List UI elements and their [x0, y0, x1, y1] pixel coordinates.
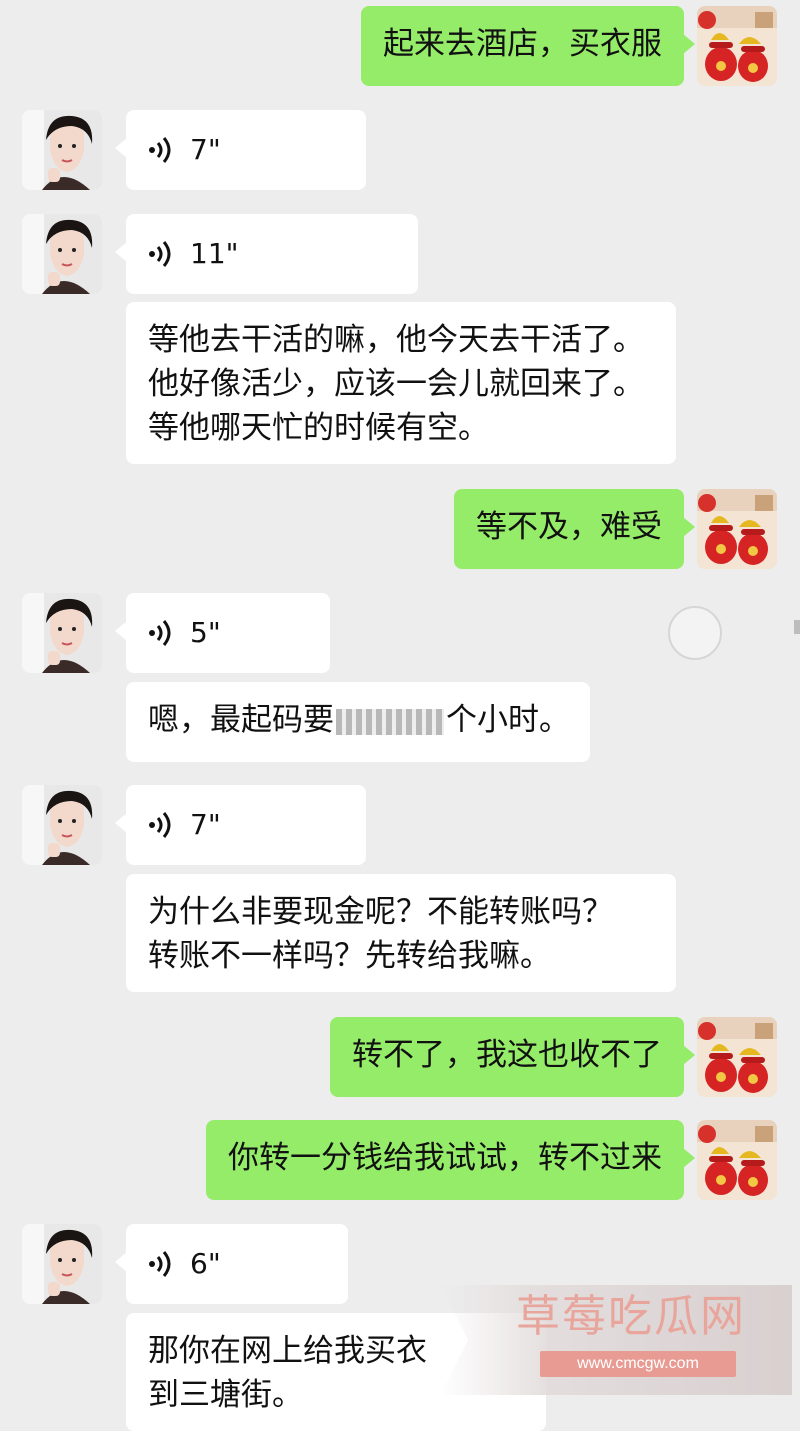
my-avatar[interactable] [697, 489, 777, 569]
my-avatar[interactable] [697, 6, 777, 86]
my-avatar[interactable] [697, 1120, 777, 1200]
outgoing-message[interactable]: 等不及，难受 [454, 489, 695, 569]
outgoing-message[interactable]: 你转一分钱给我试试，转不过来 [206, 1120, 695, 1200]
outgoing-message[interactable]: 转不了，我这也收不了 [330, 1017, 695, 1097]
floating-circle-button[interactable] [668, 606, 722, 660]
obscured-text [336, 708, 444, 735]
watermark: 草莓吃瓜网 www.cmcgw.com [440, 1285, 792, 1395]
message-line: 转账不一样吗？先转给我嘛。 [148, 938, 551, 974]
contact-avatar[interactable] [22, 214, 102, 294]
watermark-title: 草莓吃瓜网 [516, 1291, 746, 1342]
voice-message[interactable]: 7" [115, 110, 366, 190]
voice-message[interactable]: 7" [115, 785, 366, 865]
voice-duration: 6" [190, 1247, 221, 1280]
contact-avatar[interactable] [22, 785, 102, 865]
voice-wave-icon [148, 1248, 174, 1280]
outgoing-message[interactable]: 起来去酒店，买衣服 [361, 6, 695, 86]
message-text: 个小时。 [446, 702, 570, 738]
contact-avatar[interactable] [22, 1224, 102, 1304]
incoming-message[interactable]: 等他去干活的嘛，他今天去干活了。 他好像活少，应该一会儿就回来了。 等他哪天忙的… [126, 302, 676, 464]
voice-message[interactable]: 5" [115, 593, 330, 673]
contact-avatar[interactable] [22, 110, 102, 190]
voice-wave-icon [148, 238, 174, 270]
voice-duration: 7" [190, 808, 221, 841]
message-line: 为什么非要现金呢？不能转账吗？ [148, 894, 613, 930]
voice-duration: 11" [190, 237, 239, 270]
message-text: 你转一分钱给我试试，转不过来 [228, 1140, 662, 1176]
message-text: 嗯，最起码要 [148, 702, 334, 738]
voice-message[interactable]: 11" [115, 214, 418, 294]
voice-wave-icon [148, 617, 174, 649]
voice-duration: 7" [190, 133, 221, 166]
voice-message[interactable]: 6" [115, 1224, 348, 1304]
message-line: 等他哪天忙的时候有空。 [148, 410, 489, 446]
watermark-url: www.cmcgw.com [540, 1351, 736, 1377]
my-avatar[interactable] [697, 1017, 777, 1097]
contact-avatar[interactable] [22, 593, 102, 673]
incoming-message[interactable]: 嗯，最起码要 个小时。 [126, 682, 590, 762]
message-text: 转不了，我这也收不了 [352, 1037, 662, 1073]
voice-wave-icon [148, 134, 174, 166]
voice-duration: 5" [190, 616, 221, 649]
message-text: 等不及，难受 [476, 509, 662, 545]
scrollbar[interactable] [794, 620, 800, 634]
incoming-message[interactable]: 为什么非要现金呢？不能转账吗？ 转账不一样吗？先转给我嘛。 [126, 874, 676, 992]
message-text: 起来去酒店，买衣服 [383, 26, 662, 62]
message-line: 等他去干活的嘛，他今天去干活了。 [148, 322, 644, 358]
voice-wave-icon [148, 809, 174, 841]
message-line: 他好像活少，应该一会儿就回来了。 [148, 366, 644, 402]
